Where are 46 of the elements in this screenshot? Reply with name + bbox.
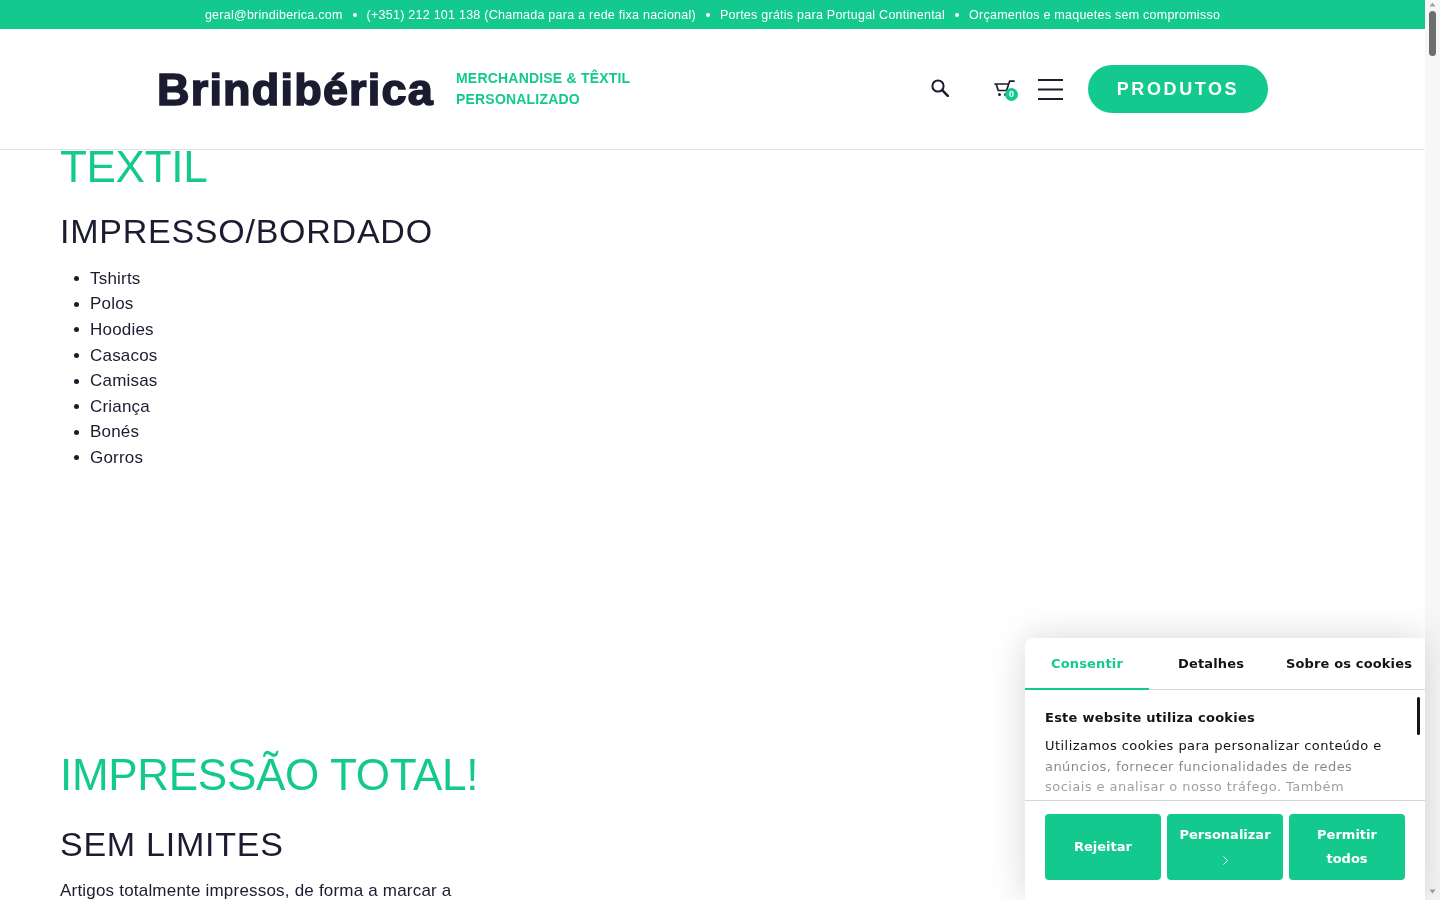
- bullet-icon: [74, 353, 79, 359]
- cookie-tab[interactable]: Consentir: [1025, 638, 1149, 690]
- section-subtitle: SEM LIMITES: [60, 823, 284, 864]
- bullet-icon: [74, 276, 79, 282]
- page-scrollbar[interactable]: [1425, 0, 1440, 900]
- bullet-icon: [352, 12, 357, 17]
- site-logo[interactable]: Brindibérica: [157, 66, 434, 112]
- cookie-button[interactable]: Personalizar: [1167, 814, 1283, 880]
- tagline: MERCHANDISE & TÊXTIL PERSONALIZADO: [456, 68, 632, 109]
- search-icon[interactable]: [931, 78, 949, 97]
- section-title: IMPRESSÃO TOTAL!: [60, 752, 479, 797]
- cart-count-badge: 0: [1005, 88, 1018, 101]
- top-bar-text: geral@brindiberica.com: [204, 7, 343, 22]
- section-subtitle: IMPRESSO/BORDADO: [60, 211, 433, 251]
- cookie-tab[interactable]: Sobre os cookies: [1273, 638, 1425, 690]
- section-title: TEXTIL: [60, 150, 208, 184]
- list-item: Camisas: [90, 370, 158, 393]
- cookie-tab[interactable]: Detalhes: [1149, 638, 1273, 690]
- top-bar-text: (+351) 212 101 138 (Chamada para a rede fixa nacional): [366, 7, 696, 22]
- list-item: Hoodies: [90, 319, 154, 341]
- bullet-icon: [74, 301, 79, 307]
- bullet-icon: [705, 12, 710, 17]
- list-item: Bonés: [90, 421, 140, 444]
- bullet-icon: [74, 378, 79, 384]
- products-button[interactable]: PRODUTOS: [1088, 65, 1268, 113]
- top-bar-text: Orçamentos e maquetes sem compromisso: [969, 7, 1221, 22]
- bullet-icon: [74, 429, 79, 435]
- cookie-text: Utilizamos cookies para personalizar conteúdo e anúncios, fornecer funcionalidades de redes sociais e analisar o nosso tráfego. Também: [1045, 737, 1383, 796]
- panel-scrollbar[interactable]: [1417, 697, 1420, 735]
- list-item: Gorros: [90, 446, 144, 469]
- list-item: Polos: [90, 293, 134, 316]
- cookie-button[interactable]: Rejeitar: [1045, 814, 1161, 880]
- list-item: Criança: [90, 395, 150, 418]
- menu-icon[interactable]: [1038, 78, 1063, 100]
- bullet-icon: [955, 12, 960, 17]
- cookie-button[interactable]: Permitir todos: [1289, 814, 1405, 880]
- bullet-icon: [74, 404, 79, 410]
- bullet-icon: [74, 455, 79, 461]
- list-item: Tshirts: [90, 267, 141, 290]
- cookie-title: Este website utiliza cookies: [1045, 709, 1256, 727]
- chevron-right-icon: [1222, 855, 1228, 865]
- top-bar-text: Portes grátis para Portugal Continental: [719, 7, 946, 22]
- list-item: Casacos: [90, 344, 158, 367]
- section-text: Artigos totalmente impressos, de forma a marcar a: [60, 881, 452, 900]
- bullet-icon: [74, 327, 79, 333]
- cart-icon[interactable]: [994, 80, 1015, 98]
